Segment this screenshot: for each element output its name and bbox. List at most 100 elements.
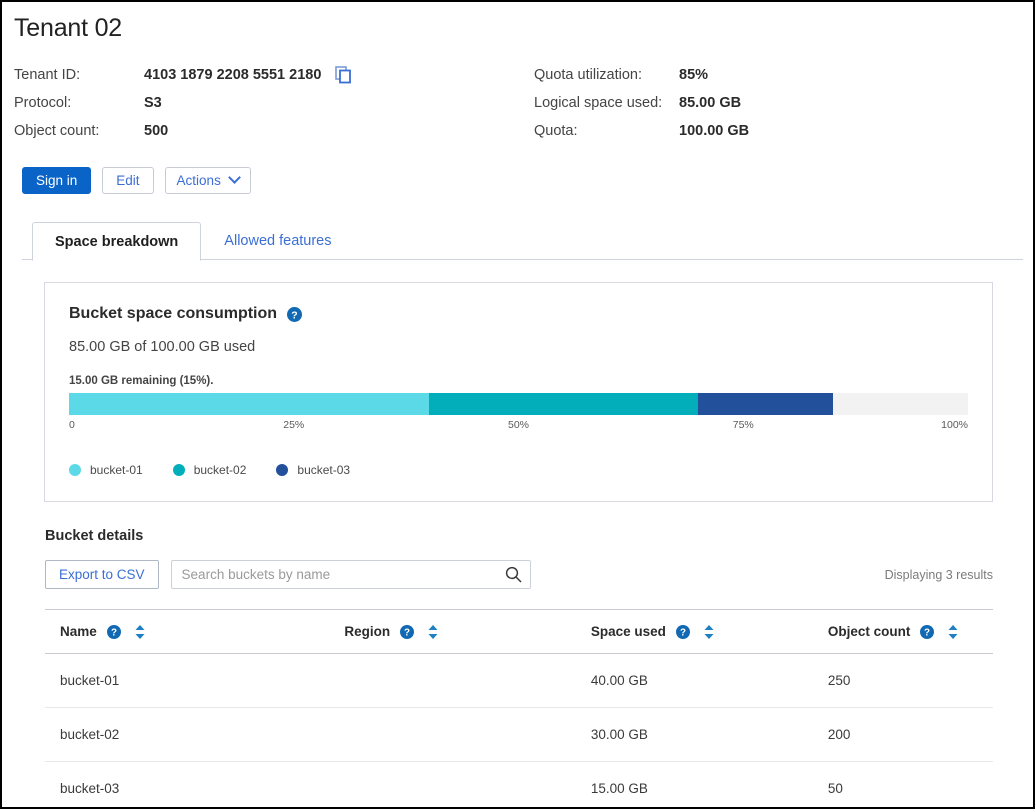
column-header-region[interactable]: Region ? <box>329 610 575 654</box>
card-header: Bucket space consumption ? <box>69 305 968 323</box>
help-icon-name[interactable]: ? <box>107 625 121 639</box>
axis-tick-25: 25% <box>283 419 304 431</box>
copy-icon[interactable] <box>335 66 352 84</box>
sign-in-button[interactable]: Sign in <box>22 167 91 194</box>
meta-label-quota: Quota: <box>534 123 679 139</box>
meta-value-quota: 100.00 GB <box>679 123 749 139</box>
cell-space-used: 40.00 GB <box>576 654 813 708</box>
remaining-label: 15.00 GB remaining (15%). <box>69 375 968 387</box>
axis-tick-0: 0 <box>69 419 75 431</box>
meta-row-quota-utilization: Quota utilization: 85% <box>534 61 749 89</box>
help-icon[interactable]: ? <box>287 307 302 322</box>
svg-text:?: ? <box>924 627 930 638</box>
table-header-row: Name ? <box>45 610 993 654</box>
meta-label-object-count: Object count: <box>14 123 144 139</box>
export-to-csv-button[interactable]: Export to CSV <box>45 560 159 589</box>
cell-name: bucket-03 <box>45 762 329 809</box>
bucket-space-consumption-card: Bucket space consumption ? 85.00 GB of 1… <box>44 282 993 502</box>
bar-segment-bucket-03 <box>698 393 833 415</box>
legend-item-bucket-03: bucket-03 <box>276 463 350 477</box>
legend-dot-bucket-02 <box>173 464 185 476</box>
meta-value-object-count: 500 <box>144 123 168 139</box>
cell-name: bucket-01 <box>45 654 329 708</box>
page-title: Tenant 02 <box>14 14 1023 43</box>
action-button-row: Sign in Edit Actions <box>22 167 1023 194</box>
meta-label-logical-space-used: Logical space used: <box>534 95 679 111</box>
legend-label-bucket-01: bucket-01 <box>90 463 143 477</box>
cell-object-count: 50 <box>813 762 993 809</box>
results-count: Displaying 3 results <box>885 568 993 582</box>
cell-region <box>329 708 575 762</box>
search-icon[interactable] <box>505 566 522 583</box>
cell-object-count: 200 <box>813 708 993 762</box>
column-label-region: Region <box>344 624 390 639</box>
meta-value-protocol: S3 <box>144 95 162 111</box>
tab-allowed-features[interactable]: Allowed features <box>201 221 354 260</box>
tenant-summary-right: Quota utilization: 85% Logical space use… <box>534 61 749 145</box>
axis-tick-75: 75% <box>733 419 754 431</box>
bar-axis: 0 25% 50% 75% 100% <box>69 419 968 439</box>
meta-row-object-count: Object count: 500 <box>14 117 534 145</box>
meta-label-tenant-id: Tenant ID: <box>14 67 144 83</box>
meta-label-quota-utilization: Quota utilization: <box>534 67 679 83</box>
search-input[interactable] <box>171 560 531 589</box>
cell-space-used: 30.00 GB <box>576 708 813 762</box>
column-header-name[interactable]: Name ? <box>45 610 329 654</box>
chevron-down-icon <box>228 171 241 184</box>
column-label-object-count: Object count <box>828 624 911 639</box>
actions-dropdown-label: Actions <box>177 173 221 188</box>
axis-tick-50: 50% <box>508 419 529 431</box>
help-icon-object-count[interactable]: ? <box>920 625 934 639</box>
svg-text:?: ? <box>404 627 410 638</box>
space-usage-bar <box>69 393 968 415</box>
meta-value-tenant-id: 4103 1879 2208 5551 2180 <box>144 67 321 83</box>
meta-value-logical-space-used: 85.00 GB <box>679 95 741 111</box>
table-row[interactable]: bucket-01 40.00 GB 250 <box>45 654 993 708</box>
legend-dot-bucket-01 <box>69 464 81 476</box>
sort-icon-space-used[interactable] <box>704 625 714 639</box>
axis-tick-100: 100% <box>941 419 968 431</box>
bucket-details-title: Bucket details <box>45 528 1023 544</box>
column-header-object-count[interactable]: Object count ? <box>813 610 993 654</box>
tab-bar: Space breakdown Allowed features <box>12 220 1023 260</box>
legend-label-bucket-02: bucket-02 <box>194 463 247 477</box>
tenant-summary: Tenant ID: 4103 1879 2208 5551 2180 Prot… <box>14 61 1023 145</box>
legend-item-bucket-02: bucket-02 <box>173 463 247 477</box>
table-row[interactable]: bucket-03 15.00 GB 50 <box>45 762 993 809</box>
legend-dot-bucket-03 <box>276 464 288 476</box>
cell-space-used: 15.00 GB <box>576 762 813 809</box>
tab-space-breakdown[interactable]: Space breakdown <box>32 222 201 261</box>
sort-icon-region[interactable] <box>428 625 438 639</box>
meta-row-protocol: Protocol: S3 <box>14 89 534 117</box>
help-icon-region[interactable]: ? <box>400 625 414 639</box>
meta-label-protocol: Protocol: <box>14 95 144 111</box>
search-box <box>171 560 531 589</box>
legend-label-bucket-03: bucket-03 <box>297 463 350 477</box>
card-title-text: Bucket space consumption <box>69 305 277 323</box>
cell-object-count: 250 <box>813 654 993 708</box>
column-label-name: Name <box>60 624 97 639</box>
bucket-details-toolbar: Export to CSV Displaying 3 results <box>45 560 993 589</box>
help-icon-space-used[interactable]: ? <box>676 625 690 639</box>
meta-row-logical-space-used: Logical space used: 85.00 GB <box>534 89 749 117</box>
sort-icon-object-count[interactable] <box>948 625 958 639</box>
legend-item-bucket-01: bucket-01 <box>69 463 143 477</box>
actions-dropdown-button[interactable]: Actions <box>165 167 251 194</box>
column-header-space-used[interactable]: Space used ? <box>576 610 813 654</box>
card-subtitle: 85.00 GB of 100.00 GB used <box>69 339 968 355</box>
svg-text:?: ? <box>111 627 117 638</box>
edit-button[interactable]: Edit <box>102 167 153 194</box>
sort-icon-name[interactable] <box>135 625 145 639</box>
chart-legend: bucket-01 bucket-02 bucket-03 <box>69 463 968 477</box>
bar-segment-bucket-02 <box>429 393 699 415</box>
svg-text:?: ? <box>680 627 686 638</box>
table-row[interactable]: bucket-02 30.00 GB 200 <box>45 708 993 762</box>
cell-region <box>329 762 575 809</box>
tenant-summary-left: Tenant ID: 4103 1879 2208 5551 2180 Prot… <box>14 61 534 145</box>
tenant-detail-page: Tenant 02 Tenant ID: 4103 1879 2208 5551… <box>0 0 1035 809</box>
bar-segment-bucket-01 <box>69 393 429 415</box>
meta-value-quota-utilization: 85% <box>679 67 708 83</box>
meta-row-tenant-id: Tenant ID: 4103 1879 2208 5551 2180 <box>14 61 534 89</box>
svg-text:?: ? <box>291 309 297 321</box>
cell-name: bucket-02 <box>45 708 329 762</box>
